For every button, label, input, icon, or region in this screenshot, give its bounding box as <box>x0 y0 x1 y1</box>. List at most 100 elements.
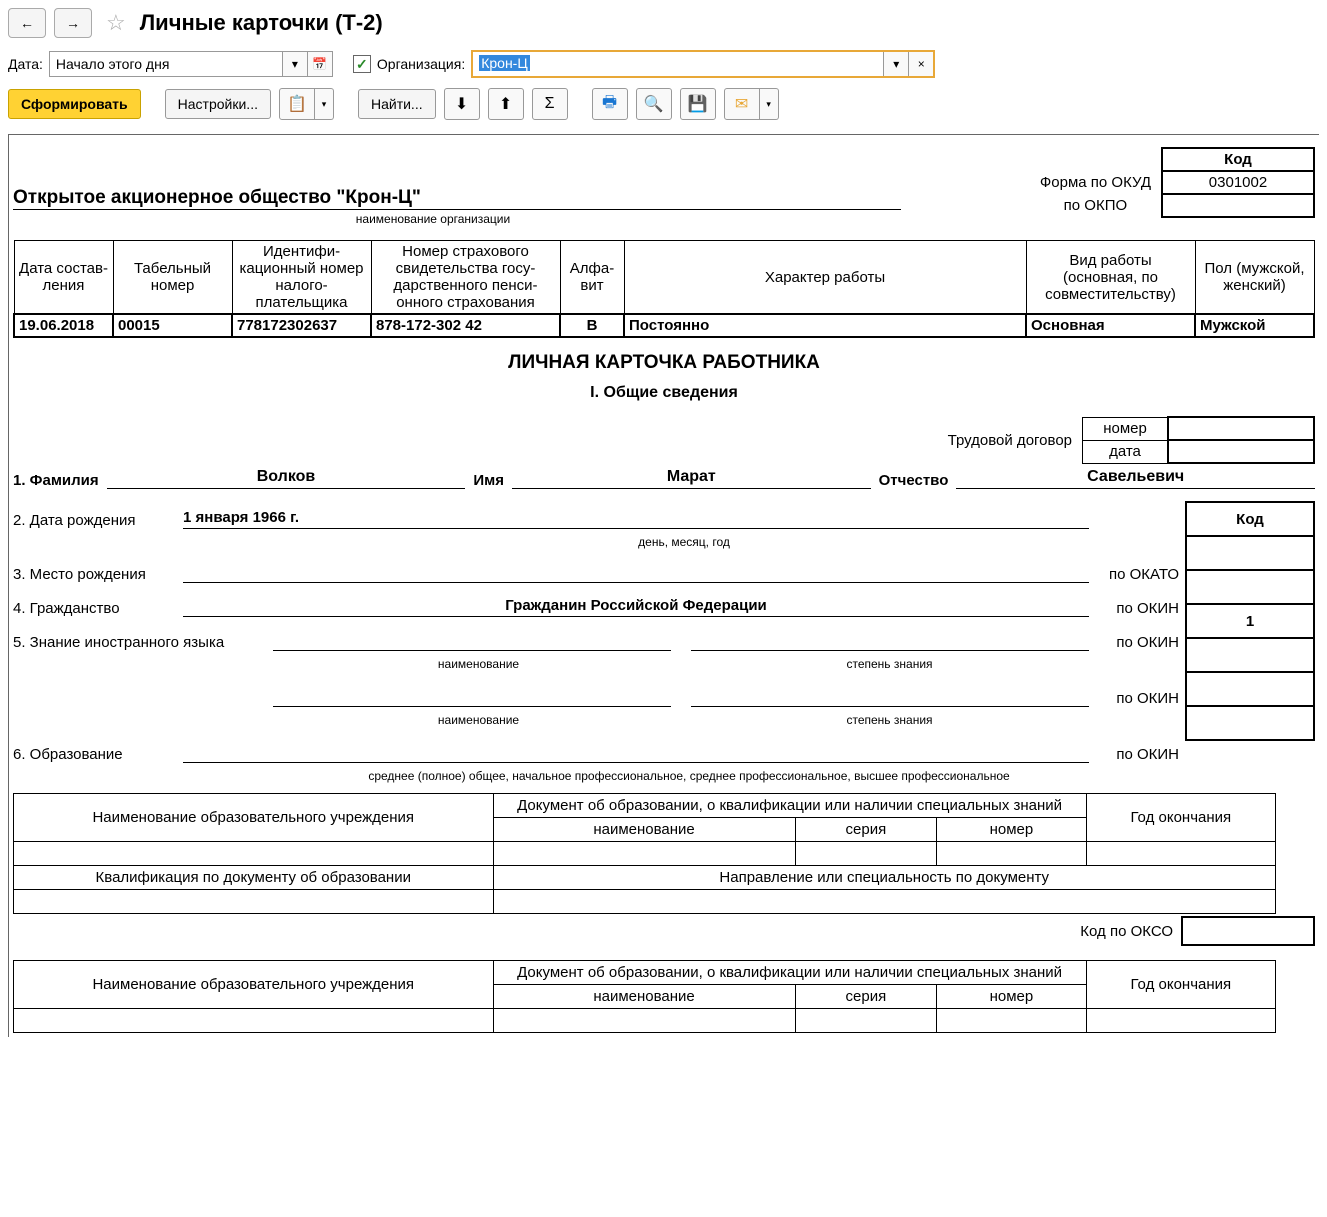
row-date: 19.06.2018 <box>14 314 113 337</box>
email-button[interactable]: ✉ <box>724 88 760 120</box>
nav-forward-button[interactable]: → <box>54 8 92 38</box>
education-code-label: по ОКИН <box>1089 746 1185 763</box>
org-clear-button[interactable]: × <box>908 52 933 76</box>
sum-button[interactable]: Σ <box>532 88 568 120</box>
date-input[interactable] <box>50 52 282 76</box>
citizenship-code-label: по ОКИН <box>1089 600 1185 617</box>
lang-name-2 <box>273 687 671 707</box>
edu2-institution: Наименование образовательного учреждения <box>14 961 494 1009</box>
contract-num <box>1168 417 1314 440</box>
header-snils: Номер страхового свидетельства госу-дарс… <box>371 241 560 315</box>
lastname: Волков <box>107 468 466 489</box>
okud-value: 0301002 <box>1162 171 1314 194</box>
row-type: Основная <box>1026 314 1195 337</box>
citizenship-label: 4. Гражданство <box>13 600 183 617</box>
lang-code-2 <box>1186 672 1314 706</box>
edu-qualification: Квалификация по документу об образовании <box>14 866 494 890</box>
code-col-header: Код <box>1186 502 1314 536</box>
expand-icon: ⬇ <box>455 94 468 114</box>
lang-level-2 <box>691 687 1089 707</box>
row-snils: 878-172-302 42 <box>371 314 560 337</box>
save-button[interactable]: 💾 <box>680 88 716 120</box>
email-dropdown[interactable]: ▾ <box>760 88 779 120</box>
row-sex: Мужской <box>1195 314 1314 337</box>
settings-variants-dropdown[interactable]: ▾ <box>315 88 334 120</box>
firstname: Марат <box>512 468 871 489</box>
date-calendar-button[interactable]: 📅 <box>307 52 332 76</box>
settings-variants-button[interactable]: 📋 <box>279 88 315 120</box>
lang-label: 5. Знание иностранного языка <box>13 634 273 651</box>
lang-code-label-2: по ОКИН <box>1089 690 1185 707</box>
row-alpha: В <box>560 314 624 337</box>
okso-label: Код по ОКСО <box>1080 923 1173 940</box>
education-note: среднее (полное) общее, начальное профес… <box>193 769 1185 783</box>
education-value <box>183 743 1089 763</box>
magnifier-icon: 🔍 <box>644 94 664 114</box>
header-type: Вид работы (основная, по совместительств… <box>1026 241 1195 315</box>
calendar-icon: 📅 <box>312 57 327 71</box>
birth-sub: день, месяц, год <box>183 535 1185 549</box>
citizenship-value: Гражданин Российской Федерации <box>183 597 1089 617</box>
birth-value: 1 января 1966 г. <box>183 509 1089 529</box>
contract-date-label: дата <box>1083 440 1169 463</box>
patronymic: Савельевич <box>956 468 1315 489</box>
row-nature: Постоянно <box>624 314 1026 337</box>
nav-back-button[interactable]: ← <box>8 8 46 38</box>
date-dropdown-button[interactable]: ▾ <box>282 52 307 76</box>
edu-direction: Направление или специальность по докумен… <box>493 866 1275 890</box>
favorite-star-icon[interactable]: ☆ <box>106 10 126 36</box>
birth-code <box>1186 536 1314 570</box>
header-date: Дата состав-ления <box>14 241 113 315</box>
firstname-label: Имя <box>473 472 504 489</box>
education-code <box>1186 706 1314 740</box>
settings-button[interactable]: Настройки... <box>165 89 271 119</box>
expand-groups-button[interactable]: ⬇ <box>444 88 480 120</box>
lang-name-sub2: наименование <box>273 713 684 727</box>
lang-level-1 <box>691 631 1089 651</box>
contract-date <box>1168 440 1314 463</box>
org-input[interactable]: Крон-Ц <box>473 52 883 74</box>
edu-number: номер <box>937 818 1086 842</box>
edu-series: серия <box>795 818 937 842</box>
close-icon: × <box>918 57 925 71</box>
edu-doc-name: наименование <box>493 818 795 842</box>
education-label: 6. Образование <box>13 746 183 763</box>
lang-code-1 <box>1186 638 1314 672</box>
arrow-left-icon: ← <box>20 15 34 31</box>
header-alpha: Алфа-вит <box>560 241 624 315</box>
section-title: I. Общие сведения <box>13 384 1315 402</box>
header-sex: Пол (мужской, женский) <box>1195 241 1314 315</box>
code-header: Код <box>1162 148 1314 171</box>
birth-label: 2. Дата рождения <box>13 512 183 529</box>
org-dropdown-button[interactable]: ▾ <box>883 52 908 76</box>
preview-button[interactable]: 🔍 <box>636 88 672 120</box>
print-button[interactable]: 🖶 <box>592 88 628 120</box>
generate-button[interactable]: Сформировать <box>8 89 141 119</box>
citizenship-code: 1 <box>1186 604 1314 638</box>
lang-level-sub: степень знания <box>684 657 1095 671</box>
patronymic-label: Отчество <box>879 472 949 489</box>
org-label: Организация: <box>377 56 465 72</box>
org-filter-checkbox[interactable]: ✓ <box>353 55 371 73</box>
page-title: Личные карточки (Т-2) <box>140 10 383 36</box>
edu-doc: Документ об образовании, о квалификации … <box>493 794 1086 818</box>
contract-num-label: номер <box>1083 417 1169 440</box>
printer-icon: 🖶 <box>602 91 617 118</box>
contract-label: Трудовой договор <box>948 432 1072 449</box>
clipboard-icon: 📋 <box>287 94 307 114</box>
find-button[interactable]: Найти... <box>358 89 436 119</box>
okpo-value <box>1162 194 1314 217</box>
org-sublabel: наименование организации <box>333 212 533 226</box>
edu-institution: Наименование образовательного учреждения <box>14 794 494 842</box>
okato-label: по ОКАТО <box>1089 566 1185 583</box>
lastname-label: 1. Фамилия <box>13 472 99 489</box>
collapse-groups-button[interactable]: ⬆ <box>488 88 524 120</box>
arrow-right-icon: → <box>66 15 80 31</box>
sigma-icon: Σ <box>545 95 555 113</box>
chevron-down-icon: ▾ <box>893 57 899 71</box>
edu2-series: серия <box>795 985 937 1009</box>
lang-name-sub: наименование <box>273 657 684 671</box>
edu2-doc-name: наименование <box>493 985 795 1009</box>
report-area: Открытое акционерное общество "Крон-Ц" н… <box>8 134 1319 1037</box>
birthplace-code <box>1186 570 1314 604</box>
